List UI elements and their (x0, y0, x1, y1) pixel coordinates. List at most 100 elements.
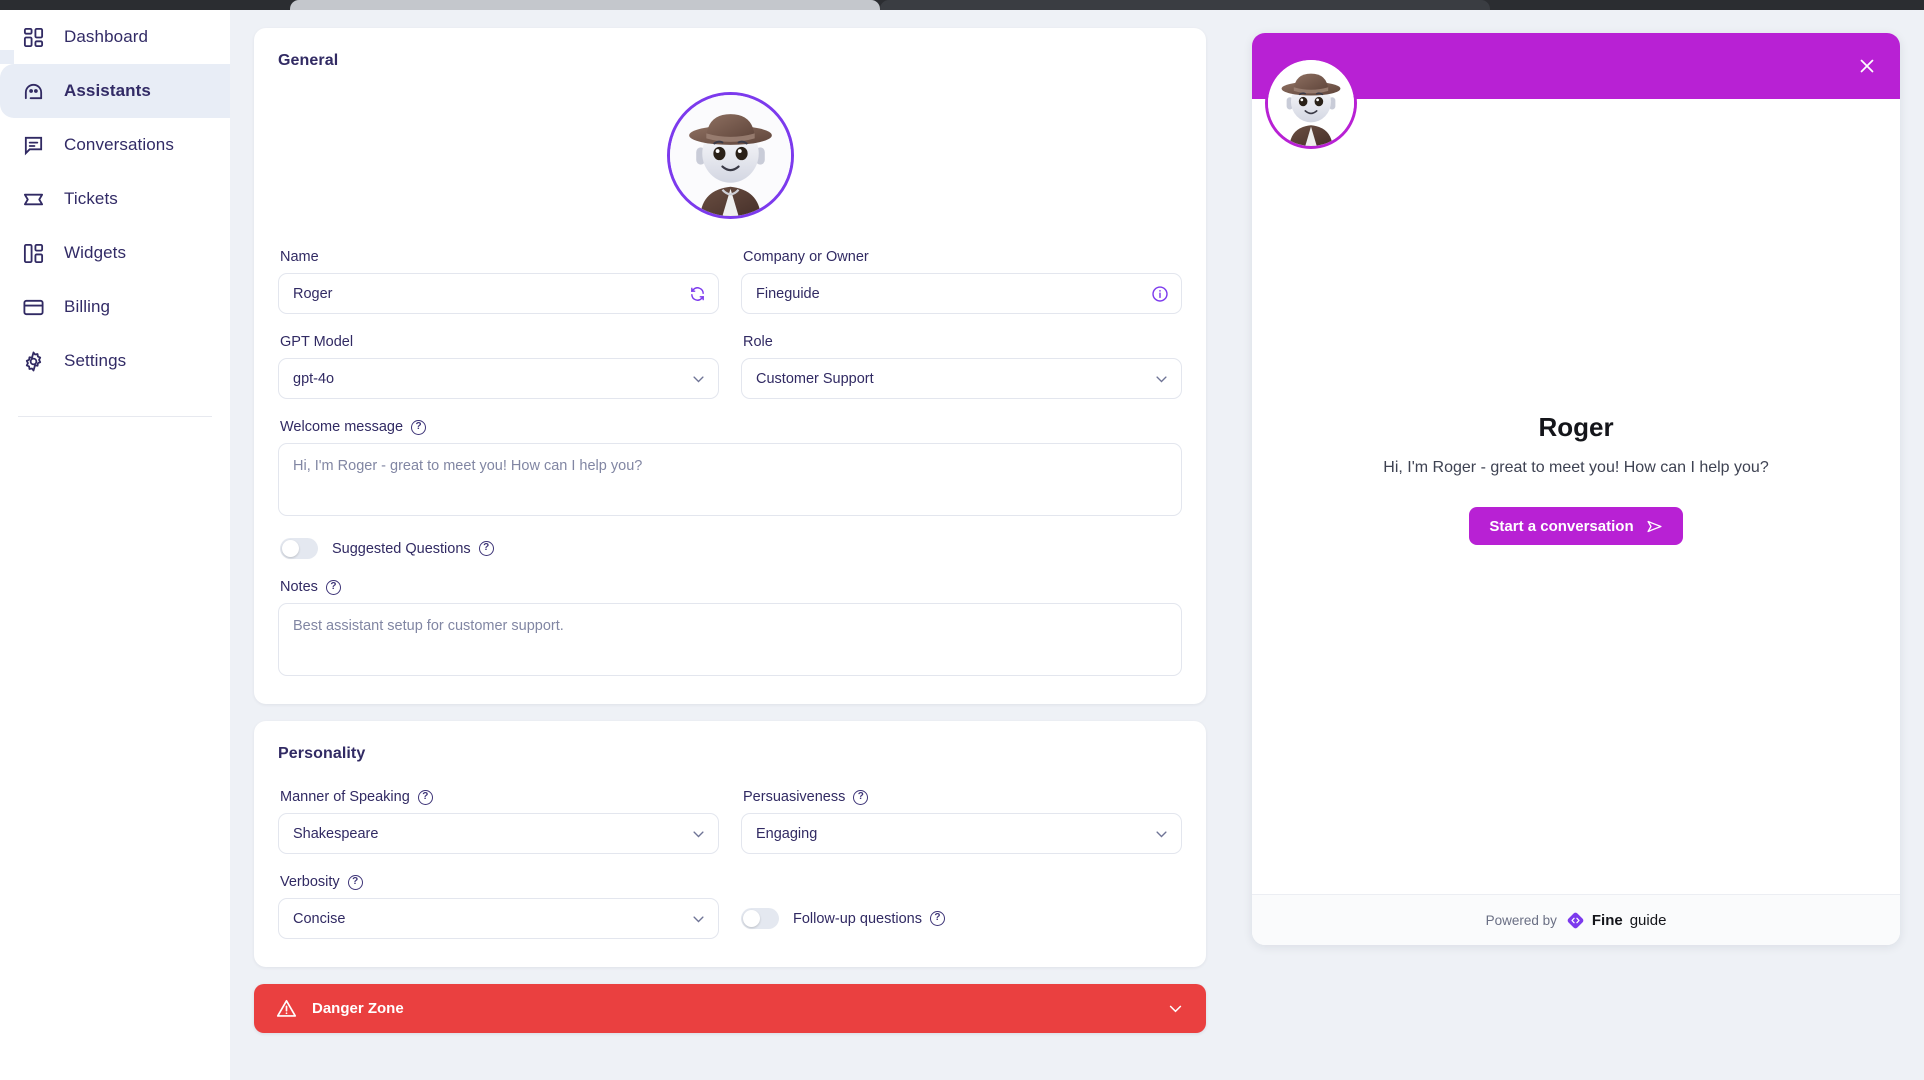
sidebar-item-billing[interactable]: Billing (0, 280, 230, 334)
send-icon (1646, 518, 1663, 535)
start-conversation-button[interactable]: Start a conversation (1469, 507, 1683, 545)
suggested-questions-row: Suggested Questions ? (280, 538, 1182, 559)
general-card: General Name Roger Company or Owner Fine… (254, 28, 1206, 704)
chevron-down-icon[interactable] (1154, 371, 1169, 386)
sidebar-item-widgets[interactable]: Widgets (0, 226, 230, 280)
company-value: Fineguide (756, 285, 820, 302)
sidebar-item-conversations[interactable]: Conversations (0, 118, 230, 172)
chat-widget-assistant-name: Roger (1538, 412, 1614, 442)
name-company-row: Name Roger Company or Owner Fineguide (278, 249, 1182, 314)
suggested-questions-toggle[interactable] (280, 538, 318, 559)
sidebar-item-label: Dashboard (64, 27, 149, 46)
welcome-message-label: Welcome message ? (280, 419, 1182, 435)
sidebar-item-label: Tickets (64, 189, 118, 208)
sidebar-divider (18, 416, 212, 417)
help-icon[interactable]: ? (929, 911, 945, 926)
chat-widget-avatar (1265, 57, 1357, 149)
follow-up-questions-label: Follow-up questions ? (793, 911, 945, 927)
chevron-down-icon[interactable] (1167, 1000, 1184, 1017)
sidebar-item-label: Widgets (64, 243, 127, 262)
follow-up-questions-row: Follow-up questions ? (741, 908, 1182, 929)
notes-textarea[interactable]: Best assistant setup for customer suppor… (278, 603, 1182, 676)
chevron-down-icon[interactable] (691, 826, 706, 841)
dashboard-icon (22, 26, 45, 49)
verbosity-group: Verbosity ? Concise (278, 854, 719, 939)
verbosity-value: Concise (293, 910, 346, 927)
sidebar-item-label: Billing (64, 297, 111, 316)
personality-section-title: Personality (278, 745, 366, 762)
main-content: General Name Roger Company or Owner Fine… (230, 10, 1230, 1080)
sidebar: Dashboard Assistants Conversations Ticke… (0, 10, 230, 1080)
manner-of-speaking-select[interactable]: Shakespeare (278, 813, 719, 854)
sidebar-item-assistants[interactable]: Assistants (0, 50, 230, 118)
conversations-icon (22, 134, 45, 157)
chat-widget-footer: Powered by Fine guide (1252, 894, 1900, 945)
model-role-row: GPT Model gpt-4o Role Customer Support (278, 314, 1182, 399)
widgets-icon (22, 242, 45, 265)
chevron-down-icon[interactable] (1154, 826, 1169, 841)
sidebar-item-settings[interactable]: Settings (0, 334, 230, 388)
chat-widget-greeting: Hi, I'm Roger - great to meet you! How c… (1383, 459, 1769, 476)
sidebar-item-tickets[interactable]: Tickets (0, 172, 230, 226)
powered-by-label: Powered by (1485, 912, 1557, 928)
browser-tab-inactive[interactable] (880, 0, 1490, 10)
gpt-model-select[interactable]: gpt-4o (278, 358, 719, 399)
verbosity-label-text: Verbosity (280, 874, 340, 890)
warning-icon (276, 998, 297, 1019)
gpt-model-value: gpt-4o (293, 370, 335, 387)
sidebar-item-dashboard[interactable]: Dashboard (0, 10, 230, 64)
refresh-icon[interactable] (689, 285, 706, 302)
browser-tab-strip (0, 0, 1924, 10)
follow-up-questions-toggle[interactable] (741, 908, 779, 929)
help-icon[interactable]: ? (853, 789, 869, 805)
ticket-icon (22, 188, 45, 211)
danger-zone-banner[interactable]: Danger Zone (254, 984, 1206, 1033)
company-field-group: Company or Owner Fineguide (741, 249, 1182, 314)
help-icon[interactable]: ? (417, 789, 433, 805)
persuasiveness-label-text: Persuasiveness (743, 789, 846, 805)
sidebar-item-label: Assistants (64, 81, 151, 100)
company-input[interactable]: Fineguide (741, 273, 1182, 314)
help-icon[interactable]: ? (325, 579, 341, 595)
personality-card: Personality Manner of Speaking ? Shakesp… (254, 721, 1206, 967)
notes-label: Notes ? (280, 579, 1182, 595)
general-section-title: General (278, 52, 339, 69)
help-icon[interactable]: ? (411, 419, 427, 435)
browser-tab-active[interactable] (290, 0, 880, 10)
help-icon[interactable]: ? (478, 541, 494, 556)
manner-of-speaking-label-text: Manner of Speaking (280, 789, 410, 805)
name-value: Roger (293, 285, 333, 302)
sidebar-item-label: Settings (64, 351, 127, 370)
help-icon[interactable]: ? (347, 874, 363, 890)
gear-icon (22, 350, 45, 373)
chevron-down-icon[interactable] (691, 911, 706, 926)
app-root: Dashboard Assistants Conversations Ticke… (0, 0, 1924, 1080)
role-group: Role Customer Support (741, 314, 1182, 399)
suggested-questions-label: Suggested Questions ? (332, 541, 494, 557)
assistant-avatar[interactable] (666, 92, 794, 219)
persuasiveness-label: Persuasiveness ? (743, 789, 1182, 805)
chat-widget-header (1252, 33, 1900, 149)
role-label: Role (743, 334, 773, 350)
chevron-down-icon[interactable] (691, 371, 706, 386)
follow-up-questions-group: Follow-up questions ? (741, 908, 1182, 939)
sidebar-nav: Dashboard Assistants Conversations Ticke… (0, 10, 230, 417)
toggle-knob (743, 910, 760, 927)
fineguide-brand: Fine guide (1566, 911, 1666, 930)
name-input[interactable]: Roger (278, 273, 719, 314)
close-icon[interactable] (1856, 55, 1878, 77)
welcome-message-textarea[interactable]: Hi, I'm Roger - great to meet you! How c… (278, 443, 1182, 516)
assistant-avatar-wrap[interactable] (278, 92, 1182, 219)
assistants-icon (22, 80, 45, 103)
role-select[interactable]: Customer Support (741, 358, 1182, 399)
verbosity-select[interactable]: Concise (278, 898, 719, 939)
info-icon[interactable] (1151, 285, 1169, 303)
persuasiveness-group: Persuasiveness ? Engaging (741, 769, 1182, 854)
suggested-questions-label-text: Suggested Questions (332, 540, 471, 557)
chat-widget-body: Roger Hi, I'm Roger - great to meet you!… (1252, 99, 1900, 894)
danger-zone-left: Danger Zone (276, 998, 404, 1019)
persuasiveness-select[interactable]: Engaging (741, 813, 1182, 854)
welcome-message-group: Welcome message ? Hi, I'm Roger - great … (278, 419, 1182, 516)
role-value: Customer Support (756, 370, 874, 387)
gpt-model-group: GPT Model gpt-4o (278, 314, 719, 399)
